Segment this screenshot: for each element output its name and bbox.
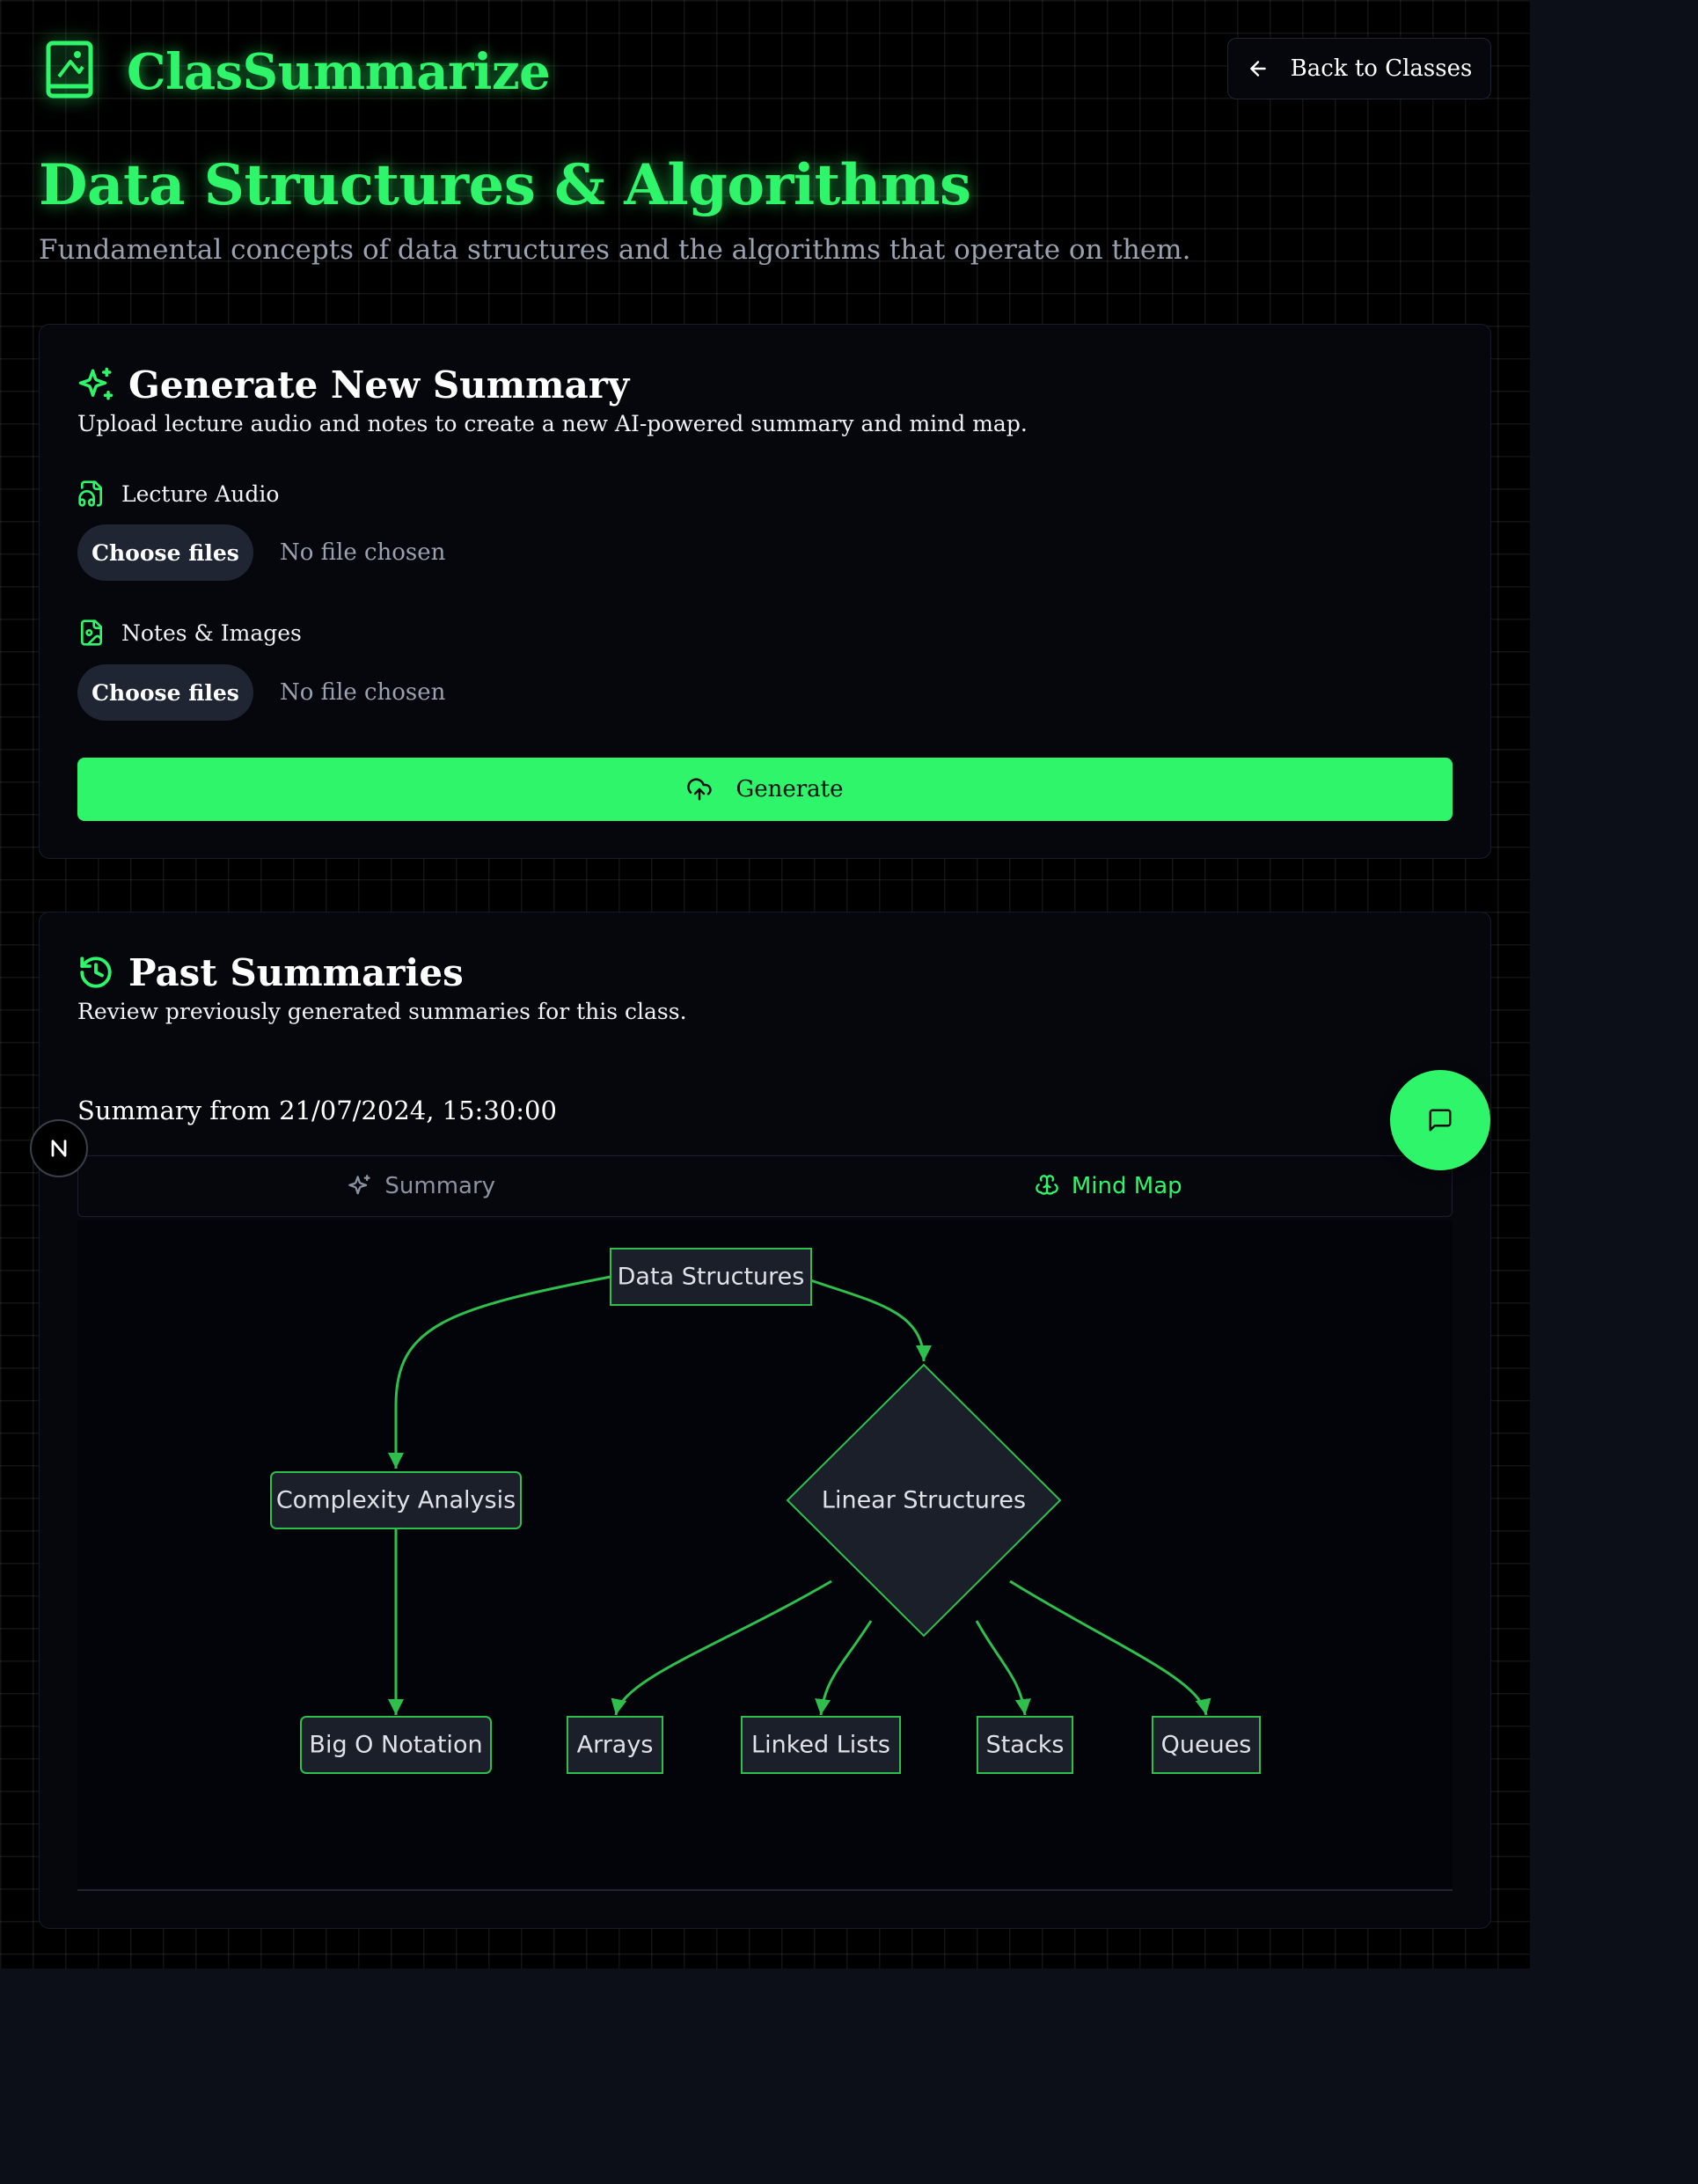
sparkles-icon <box>78 367 113 400</box>
mind-map-node-arrays[interactable]: Arrays <box>567 1716 663 1774</box>
node-label: Linked Lists <box>751 1732 890 1759</box>
app-header: ClasSummarize Back to Classes <box>39 35 1491 106</box>
notes-images-file-input[interactable]: Choose files No file chosen <box>77 664 445 721</box>
dev-tools-badge[interactable] <box>30 1119 88 1177</box>
history-icon <box>80 956 112 988</box>
notes-images-label: Notes & Images <box>77 619 302 647</box>
tab-mind-map[interactable]: Mind Map <box>765 1156 1453 1216</box>
mind-map-node-stacks[interactable]: Stacks <box>977 1716 1073 1774</box>
past-card-header: Past Summaries <box>77 948 464 997</box>
edge-linear-structures-to-queues <box>1009 1579 1211 1716</box>
generate-button[interactable]: Generate <box>77 758 1453 821</box>
page-title: Data Structures & Algorithms <box>39 152 971 218</box>
message-square-icon <box>1429 1109 1452 1132</box>
n-letter-icon <box>51 1140 67 1157</box>
app-root: ClasSummarize Back to Classes Data Struc… <box>0 0 1530 1968</box>
tab-summary-label: Summary <box>384 1173 496 1199</box>
mind-map-node-linked-lists[interactable]: Linked Lists <box>741 1716 901 1774</box>
mind-map-node-complexity-analysis[interactable]: Complexity Analysis <box>270 1471 522 1529</box>
file-audio-icon <box>78 480 102 507</box>
generate-summary-card: Generate New Summary Upload lecture audi… <box>39 324 1491 859</box>
generate-card-header: Generate New Summary <box>77 360 629 409</box>
node-label: Data Structures <box>618 1264 805 1291</box>
node-label: Stacks <box>986 1732 1065 1759</box>
mind-map-svg: Data Structures Complexity Analysis Line… <box>270 1248 1261 1774</box>
notes-file-status: No file chosen <box>280 679 446 706</box>
past-card-title: Past Summaries <box>128 950 464 994</box>
mind-map-node-data-structures[interactable]: Data Structures <box>610 1248 812 1306</box>
generate-card-title: Generate New Summary <box>128 363 630 407</box>
back-to-classes-button[interactable]: Back to Classes <box>1227 38 1491 99</box>
lecture-audio-label-text: Lecture Audio <box>121 480 280 507</box>
choose-audio-files-button[interactable]: Choose files <box>77 524 253 581</box>
brain-icon <box>1036 1175 1058 1195</box>
choose-notes-files-button[interactable]: Choose files <box>77 664 253 721</box>
node-label: Big O Notation <box>309 1732 482 1759</box>
mind-map-node-big-o-notation[interactable]: Big O Notation <box>300 1716 492 1774</box>
book-image-icon[interactable] <box>44 39 95 100</box>
lecture-audio-file-input[interactable]: Choose files No file chosen <box>77 524 445 581</box>
page-subtitle: Fundamental concepts of data structures … <box>39 234 1191 266</box>
lecture-audio-label: Lecture Audio <box>77 480 279 508</box>
edge-data-structures-to-complexity-analysis <box>388 1275 611 1469</box>
past-card-description: Review previously generated summaries fo… <box>77 999 687 1024</box>
chat-fab-button[interactable] <box>1390 1070 1490 1170</box>
mind-map-node-queues[interactable]: Queues <box>1152 1716 1261 1774</box>
tab-summary[interactable]: Summary <box>78 1156 765 1216</box>
mind-map-node-linear-structures[interactable]: Linear Structures <box>786 1363 1062 1638</box>
past-summaries-card: Past Summaries Review previously generat… <box>39 912 1491 1929</box>
sparkles-icon <box>348 1175 371 1195</box>
edge-linear-structures-to-linked-lists <box>815 1620 873 1716</box>
tab-mind-map-label: Mind Map <box>1071 1173 1182 1199</box>
app-name[interactable]: ClasSummarize <box>127 40 551 104</box>
notes-images-label-text: Notes & Images <box>121 619 302 646</box>
node-label: Queues <box>1161 1732 1252 1759</box>
upload-cloud-icon <box>687 778 713 801</box>
summary-date-heading: Summary from 21/07/2024, 15:30:00 <box>77 1096 557 1125</box>
edge-linear-structures-to-stacks <box>975 1620 1031 1716</box>
node-label: Arrays <box>577 1732 654 1759</box>
generate-button-label: Generate <box>736 776 844 803</box>
arrow-left-icon <box>1249 61 1266 77</box>
node-label: Complexity Analysis <box>276 1487 516 1514</box>
node-label: Linear Structures <box>822 1487 1026 1514</box>
mind-map-diagram: Data Structures Complexity Analysis Line… <box>77 1220 1453 1889</box>
summary-tabs: Summary Mind Map <box>77 1155 1453 1217</box>
card-divider <box>77 1889 1453 1891</box>
edge-data-structures-to-linear-structures <box>800 1275 932 1362</box>
generate-card-description: Upload lecture audio and notes to create… <box>77 411 1028 436</box>
back-to-classes-label: Back to Classes <box>1290 55 1473 82</box>
audio-file-status: No file chosen <box>280 539 446 566</box>
file-image-icon <box>81 619 102 646</box>
edge-linear-structures-to-arrays <box>611 1579 832 1716</box>
